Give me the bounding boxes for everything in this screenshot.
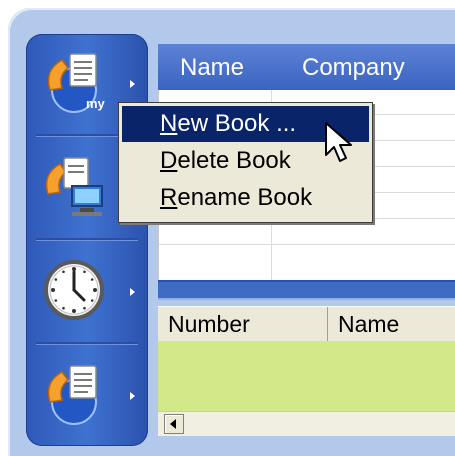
menu-accel: R [160, 184, 178, 211]
horizontal-scrollbar[interactable] [158, 411, 455, 436]
main-panel: Name Company Number Name [150, 34, 455, 446]
pane-splitter[interactable] [158, 280, 455, 300]
phonebook-arrow-icon[interactable] [130, 392, 135, 400]
sidebar-separator [36, 342, 138, 345]
my-phonebook-arrow-icon[interactable] [130, 80, 135, 88]
sidebar: my [26, 34, 148, 446]
menu-item-rename-book[interactable]: Rename Book [122, 180, 369, 216]
grid-row [159, 244, 455, 245]
history-button[interactable] [34, 250, 114, 330]
menu-label: ename Book [177, 184, 313, 211]
numbers-header: Number Name [158, 306, 455, 342]
phone-book-icon [47, 365, 97, 425]
numbers-list[interactable] [158, 341, 455, 411]
phone-book-icon: my [47, 53, 106, 113]
mouse-pointer-icon [325, 122, 352, 162]
menu-accel: N [160, 110, 178, 137]
phone-network-icon [45, 157, 103, 216]
sidebar-separator [36, 238, 138, 241]
clock-icon [44, 260, 104, 320]
menu-label: ew Book ... [177, 110, 297, 137]
contacts-header: Name Company [158, 44, 455, 90]
history-arrow-icon[interactable] [130, 288, 135, 296]
phonebook-button[interactable] [34, 354, 114, 434]
column-header-number[interactable]: Number [158, 307, 328, 341]
network-phonebook-button[interactable] [34, 146, 114, 226]
my-phonebook-button[interactable]: my [34, 42, 114, 122]
column-header-company[interactable]: Company [302, 54, 405, 82]
scroll-left-button[interactable] [164, 414, 184, 434]
my-badge: my [86, 96, 106, 111]
menu-accel: D [160, 147, 178, 174]
column-header-name[interactable]: Name [328, 307, 455, 341]
app-window: my Name Company Number Name New Book ...… [8, 8, 455, 456]
column-header-name[interactable]: Name [180, 54, 244, 82]
menu-label: elete Book [177, 147, 291, 174]
